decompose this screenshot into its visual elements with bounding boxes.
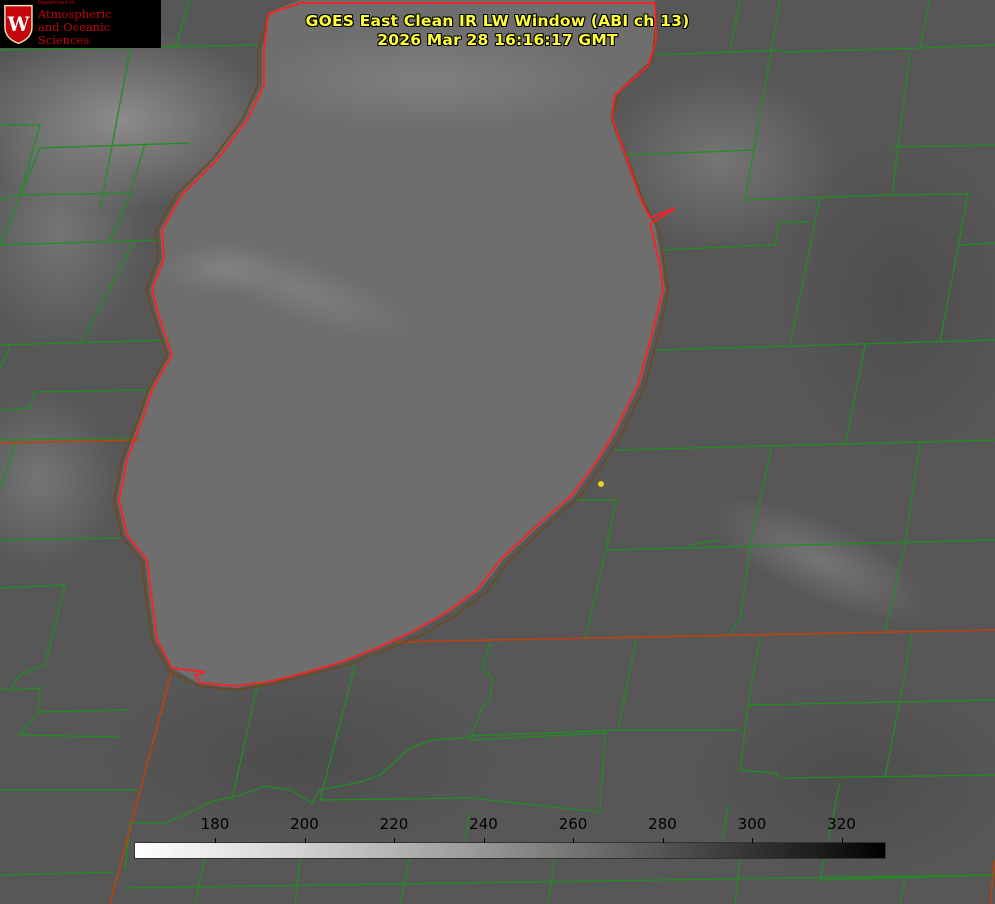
colorbar-tick-mark	[483, 838, 485, 843]
colorbar-tick-mark	[394, 838, 395, 843]
lake-cloud	[160, 245, 280, 295]
colorbar-tick-label: 200	[290, 815, 319, 833]
colorbar-tick-mark	[752, 838, 753, 843]
satellite-image-viewer: W Department of Atmospheric and Oceanic …	[0, 0, 995, 904]
colorbar-tick-label: 320	[827, 815, 856, 833]
colorbar-tick-label: 240	[469, 815, 498, 833]
colorbar-tick-label: 220	[379, 815, 409, 833]
title-timestamp: 2026 Mar 28 16:16:17 GMT	[377, 31, 618, 49]
location-marker	[598, 481, 604, 487]
satellite-map	[0, 0, 995, 904]
colorbar-tick-mark	[573, 838, 574, 843]
logo-department: Department of	[37, 0, 75, 6]
colorbar-tick-label: 180	[200, 815, 230, 833]
colorbar-tick-label: 300	[737, 815, 767, 833]
colorbar-tick-mark	[662, 838, 664, 843]
colorbar-tick-label: 260	[558, 815, 588, 833]
colorbar-tick-mark	[215, 838, 216, 843]
colorbar	[134, 842, 886, 859]
title-product: GOES East Clean IR LW Window (ABI ch 13)	[305, 12, 690, 30]
colorbar-tick-mark	[841, 838, 843, 843]
colorbar-tick-mark	[304, 838, 306, 843]
image-title: GOES East Clean IR LW Window (ABI ch 13)…	[0, 12, 995, 50]
colorbar-tick-label: 280	[648, 815, 677, 833]
